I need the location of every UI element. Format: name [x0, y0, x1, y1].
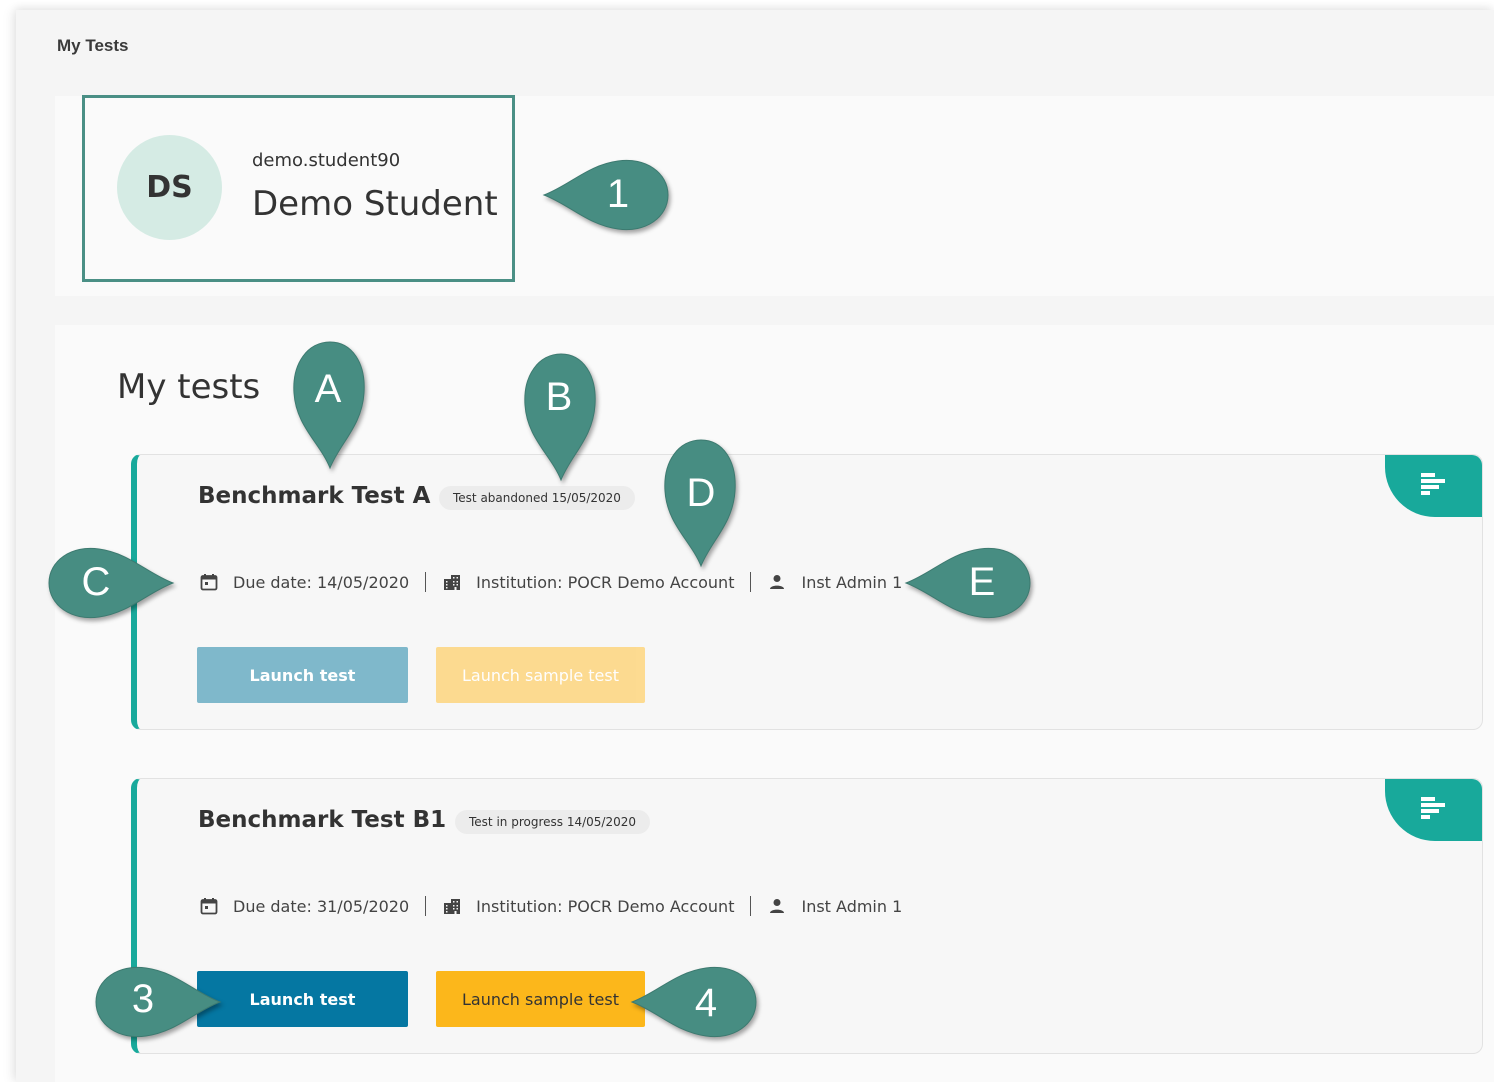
- building-icon: [442, 896, 462, 916]
- callout-label: D: [687, 471, 716, 515]
- test-card: Benchmark Test B1 Test in progress 14/05…: [131, 778, 1483, 1054]
- full-name: Demo Student: [252, 184, 498, 224]
- callout-label: E: [969, 560, 996, 604]
- launch-test-button[interactable]: Launch test: [197, 971, 408, 1027]
- callout-marker-c: C: [48, 547, 175, 619]
- launch-sample-test-button[interactable]: Launch sample test: [436, 971, 645, 1027]
- callout-marker-b: B: [524, 353, 596, 482]
- person-icon: [767, 896, 787, 916]
- breadcrumb[interactable]: My Tests: [57, 36, 129, 56]
- due-date: Due date: 31/05/2020: [233, 896, 410, 916]
- admin-name: Inst Admin 1: [801, 572, 903, 592]
- callout-label: 1: [607, 172, 629, 216]
- person-icon: [767, 572, 787, 592]
- divider: [425, 896, 427, 916]
- report-icon: [1420, 473, 1447, 499]
- callout-label: B: [546, 375, 573, 419]
- institution: Institution: POCR Demo Account: [476, 896, 735, 916]
- callout-label: 4: [695, 981, 717, 1025]
- due-date: Due date: 14/05/2020: [233, 572, 410, 592]
- divider: [425, 572, 427, 592]
- callout-label: A: [315, 367, 342, 411]
- avatar: DS: [117, 135, 222, 240]
- test-title: Benchmark Test B1: [198, 807, 447, 833]
- launch-sample-test-button[interactable]: Launch sample test: [436, 647, 645, 703]
- divider: [750, 572, 752, 592]
- username: demo.student90: [252, 150, 401, 171]
- callout-marker-3: 3: [95, 966, 222, 1038]
- callout-marker-1: 1: [542, 159, 669, 231]
- launch-test-button[interactable]: Launch test: [197, 647, 408, 703]
- admin-name: Inst Admin 1: [801, 896, 903, 916]
- profile-card: DS demo.student90 Demo Student: [82, 95, 515, 282]
- status-badge: Test abandoned 15/05/2020: [439, 486, 635, 510]
- calendar-icon: [199, 896, 219, 916]
- callout-label: C: [82, 560, 111, 604]
- building-icon: [442, 572, 462, 592]
- report-button[interactable]: [1385, 455, 1482, 517]
- divider: [750, 896, 752, 916]
- callout-marker-e: E: [904, 547, 1031, 619]
- callout-label: 3: [132, 977, 154, 1021]
- report-icon: [1420, 797, 1447, 823]
- test-title: Benchmark Test A: [198, 483, 431, 509]
- test-meta: Due date: 31/05/2020 Institution: POCR D…: [199, 894, 902, 918]
- test-card: Benchmark Test A Test abandoned 15/05/20…: [131, 454, 1483, 730]
- callout-marker-d: D: [664, 439, 736, 568]
- status-badge: Test in progress 14/05/2020: [455, 810, 650, 834]
- calendar-icon: [199, 572, 219, 592]
- test-meta: Due date: 14/05/2020 Institution: POCR D…: [199, 570, 902, 594]
- callout-marker-a: A: [293, 341, 365, 470]
- section-title: My tests: [117, 367, 261, 407]
- report-button[interactable]: [1385, 779, 1482, 841]
- callout-marker-4: 4: [630, 966, 757, 1038]
- institution: Institution: POCR Demo Account: [476, 572, 735, 592]
